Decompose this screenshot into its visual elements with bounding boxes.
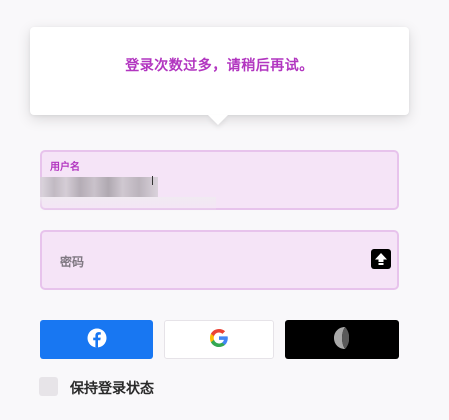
username-value-blurred <box>40 177 158 197</box>
remember-me-checkbox[interactable] <box>39 377 58 396</box>
password-placeholder: 密码 <box>60 255 85 269</box>
username-label: 用户名 <box>50 162 80 173</box>
error-message: 登录次数过多，请稍后再试。 <box>125 58 314 74</box>
username-field[interactable]: 用户名 <box>40 150 399 212</box>
google-login-button[interactable] <box>164 320 274 359</box>
facebook-login-button[interactable] <box>40 320 153 359</box>
apple-login-button[interactable] <box>285 320 399 359</box>
tooltip-arrow <box>208 115 228 125</box>
remember-me-label[interactable]: 保持登录状态 <box>70 378 154 398</box>
google-icon <box>209 328 229 352</box>
caps-lock-icon <box>371 249 391 269</box>
apple-icon <box>328 323 356 357</box>
error-tooltip: 登录次数过多，请稍后再试。 <box>30 27 409 115</box>
facebook-icon <box>87 328 107 352</box>
text-caret <box>152 176 153 185</box>
password-field[interactable]: 密码 <box>40 230 399 290</box>
username-value-blur-shadow <box>40 197 216 212</box>
